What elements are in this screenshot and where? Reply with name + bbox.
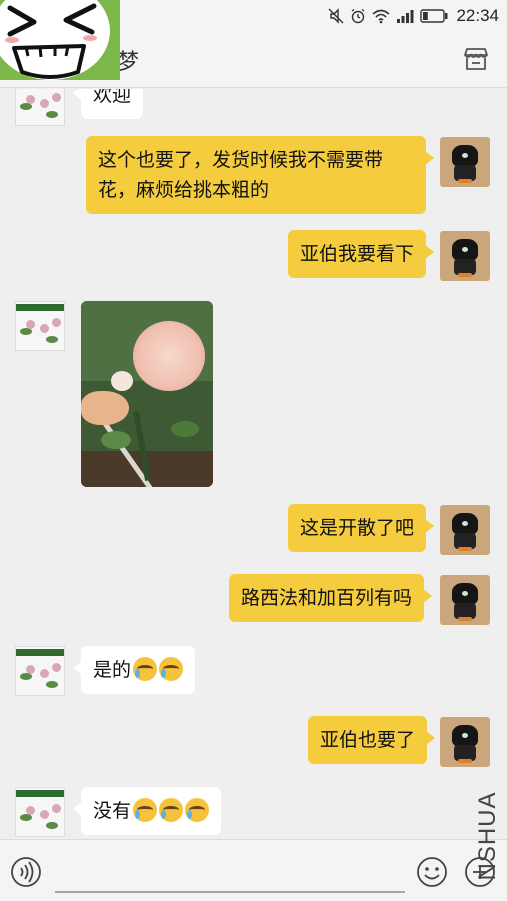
avatar[interactable] <box>440 575 490 625</box>
chat-title: 梦 <box>117 50 140 75</box>
avatar[interactable] <box>440 505 490 555</box>
message-input[interactable] <box>55 891 405 893</box>
sticker-overlay <box>0 0 120 80</box>
crying-emoji-icon <box>159 798 184 822</box>
avatar[interactable] <box>15 646 65 696</box>
avatar[interactable] <box>15 301 65 351</box>
message-bubble[interactable]: 没有 <box>72 787 222 835</box>
voice-icon[interactable] <box>10 856 42 888</box>
message-bubble[interactable]: 亚伯我要看下 <box>288 230 435 278</box>
crying-emoji-icon <box>133 657 158 681</box>
chat-messages[interactable]: 欢迎 这个也要了，发货时候我不需要带花，麻烦给挑本粗的 亚伯我要看下 这是开散了… <box>0 89 507 839</box>
message-text: 没有 <box>93 800 132 822</box>
message-text: 是的 <box>93 659 132 681</box>
message-text: 亚伯也要了 <box>320 729 416 751</box>
message-bubble[interactable]: 欢迎 <box>72 89 144 119</box>
message-bubble[interactable]: 路西法和加百列有吗 <box>229 574 433 622</box>
wifi-icon <box>372 9 390 24</box>
message-text: 这是开散了吧 <box>300 517 415 539</box>
avatar[interactable] <box>440 231 490 281</box>
message-bubble[interactable]: 是的 <box>72 646 196 694</box>
mute-icon <box>328 8 344 24</box>
watermark-text: NSHUA <box>474 791 501 881</box>
message-bubble[interactable]: 亚伯也要了 <box>308 716 436 764</box>
crying-emoji-icon <box>133 798 158 822</box>
alarm-icon <box>352 8 365 24</box>
watermark: NSHUA <box>468 786 507 886</box>
status-time: 22:34 <box>456 6 499 25</box>
emoji-icon[interactable] <box>416 856 448 888</box>
message-text: 亚伯我要看下 <box>300 243 415 265</box>
message-text: 路西法和加百列有吗 <box>241 587 413 609</box>
status-icons: 22:34 <box>328 5 499 27</box>
crying-emoji-icon <box>159 657 184 681</box>
message-text: 欢迎 <box>93 89 132 106</box>
avatar[interactable] <box>440 137 490 187</box>
message-bubble[interactable]: 这是开散了吧 <box>288 504 435 552</box>
battery-icon <box>420 9 448 23</box>
input-bar <box>0 839 507 901</box>
message-text: 这个也要了，发货时候我不需要带花，麻烦给挑本粗的 <box>98 149 384 201</box>
avatar[interactable] <box>440 717 490 767</box>
avatar[interactable] <box>15 787 65 837</box>
crying-emoji-icon <box>185 798 210 822</box>
rose-photo-message[interactable] <box>81 301 213 487</box>
signal-icon <box>397 10 414 23</box>
avatar[interactable] <box>15 89 65 126</box>
sticker-face-icon <box>5 3 97 79</box>
message-bubble[interactable]: 这个也要了，发货时候我不需要带花，麻烦给挑本粗的 <box>86 136 434 214</box>
shop-icon[interactable] <box>461 44 491 74</box>
